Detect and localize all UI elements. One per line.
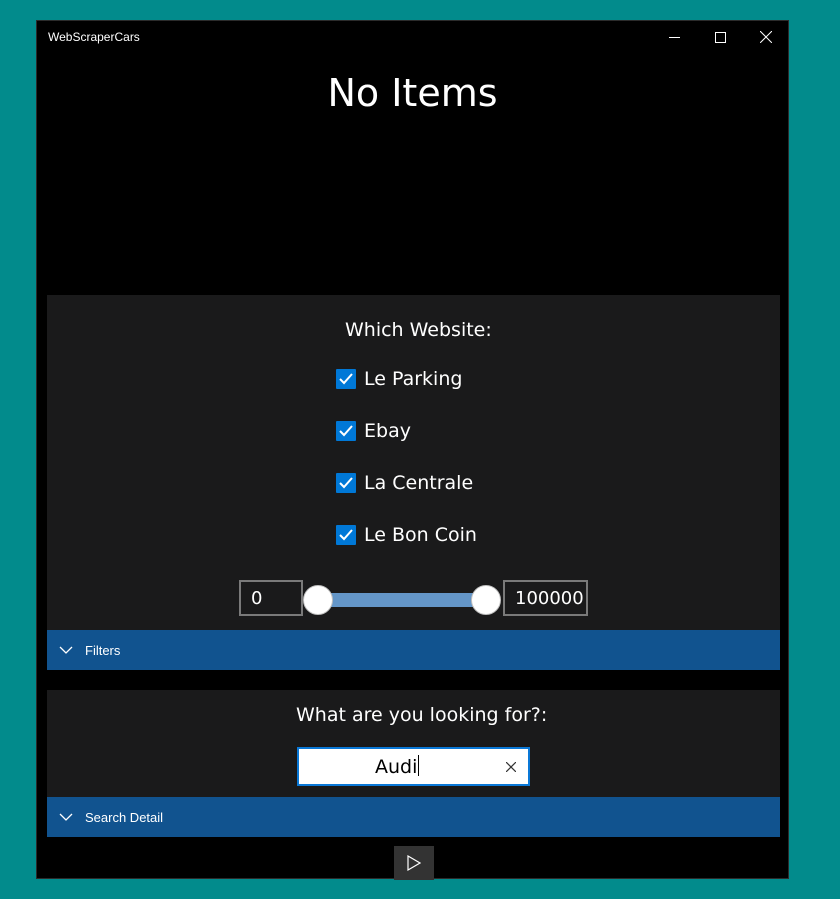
which-website-label: Which Website: — [345, 319, 492, 341]
checkbox-label: Ebay — [364, 420, 411, 442]
page-title: No Items — [327, 71, 498, 115]
range-min-input[interactable]: 0 — [239, 580, 303, 616]
filters-expander-label: Filters — [85, 642, 121, 658]
play-button[interactable] — [394, 846, 434, 880]
checkbox-le-parking[interactable]: Le Parking — [336, 367, 462, 391]
range-slider-track[interactable] — [309, 593, 477, 607]
checkbox-box[interactable] — [336, 473, 356, 493]
checkbox-le-bon-coin[interactable]: Le Bon Coin — [336, 523, 477, 547]
play-icon — [407, 855, 421, 871]
checkbox-box[interactable] — [336, 421, 356, 441]
checkbox-la-centrale[interactable]: La Centrale — [336, 471, 473, 495]
chevron-down-icon — [59, 810, 73, 824]
search-input-value: Audi — [375, 756, 418, 778]
filters-expander[interactable]: Filters — [47, 630, 780, 670]
range-slider-max-thumb[interactable] — [471, 585, 501, 615]
search-prompt: What are you looking for?: — [296, 704, 548, 726]
clear-button[interactable] — [502, 758, 520, 776]
checkbox-box[interactable] — [336, 369, 356, 389]
filters-panel — [47, 295, 780, 630]
app-window: WebScraperCars No Items Which Website: L… — [36, 20, 789, 880]
checkmark-icon — [339, 477, 353, 489]
title-bar[interactable]: WebScraperCars — [37, 21, 788, 53]
search-detail-expander[interactable]: Search Detail — [47, 797, 780, 837]
minimize-icon — [668, 36, 680, 38]
checkbox-label: Le Bon Coin — [364, 524, 477, 546]
range-slider-min-thumb[interactable] — [303, 585, 333, 615]
range-max-input[interactable]: 100000 — [503, 580, 588, 616]
clear-icon — [506, 762, 516, 772]
maximize-icon — [714, 31, 726, 43]
search-input[interactable]: Audi — [297, 747, 530, 786]
close-icon — [760, 31, 772, 43]
checkbox-label: La Centrale — [364, 472, 474, 494]
checkbox-box[interactable] — [336, 525, 356, 545]
checkbox-ebay[interactable]: Ebay — [336, 419, 411, 443]
chevron-down-icon — [59, 643, 73, 657]
checkmark-icon — [339, 373, 353, 385]
app-title: WebScraperCars — [48, 30, 140, 44]
text-caret — [418, 755, 420, 776]
close-button[interactable] — [743, 21, 789, 53]
minimize-button[interactable] — [651, 21, 697, 53]
checkmark-icon — [339, 425, 353, 437]
checkbox-label: Le Parking — [364, 368, 463, 390]
maximize-button[interactable] — [697, 21, 743, 53]
search-detail-expander-label: Search Detail — [85, 809, 164, 825]
checkmark-icon — [339, 529, 353, 541]
